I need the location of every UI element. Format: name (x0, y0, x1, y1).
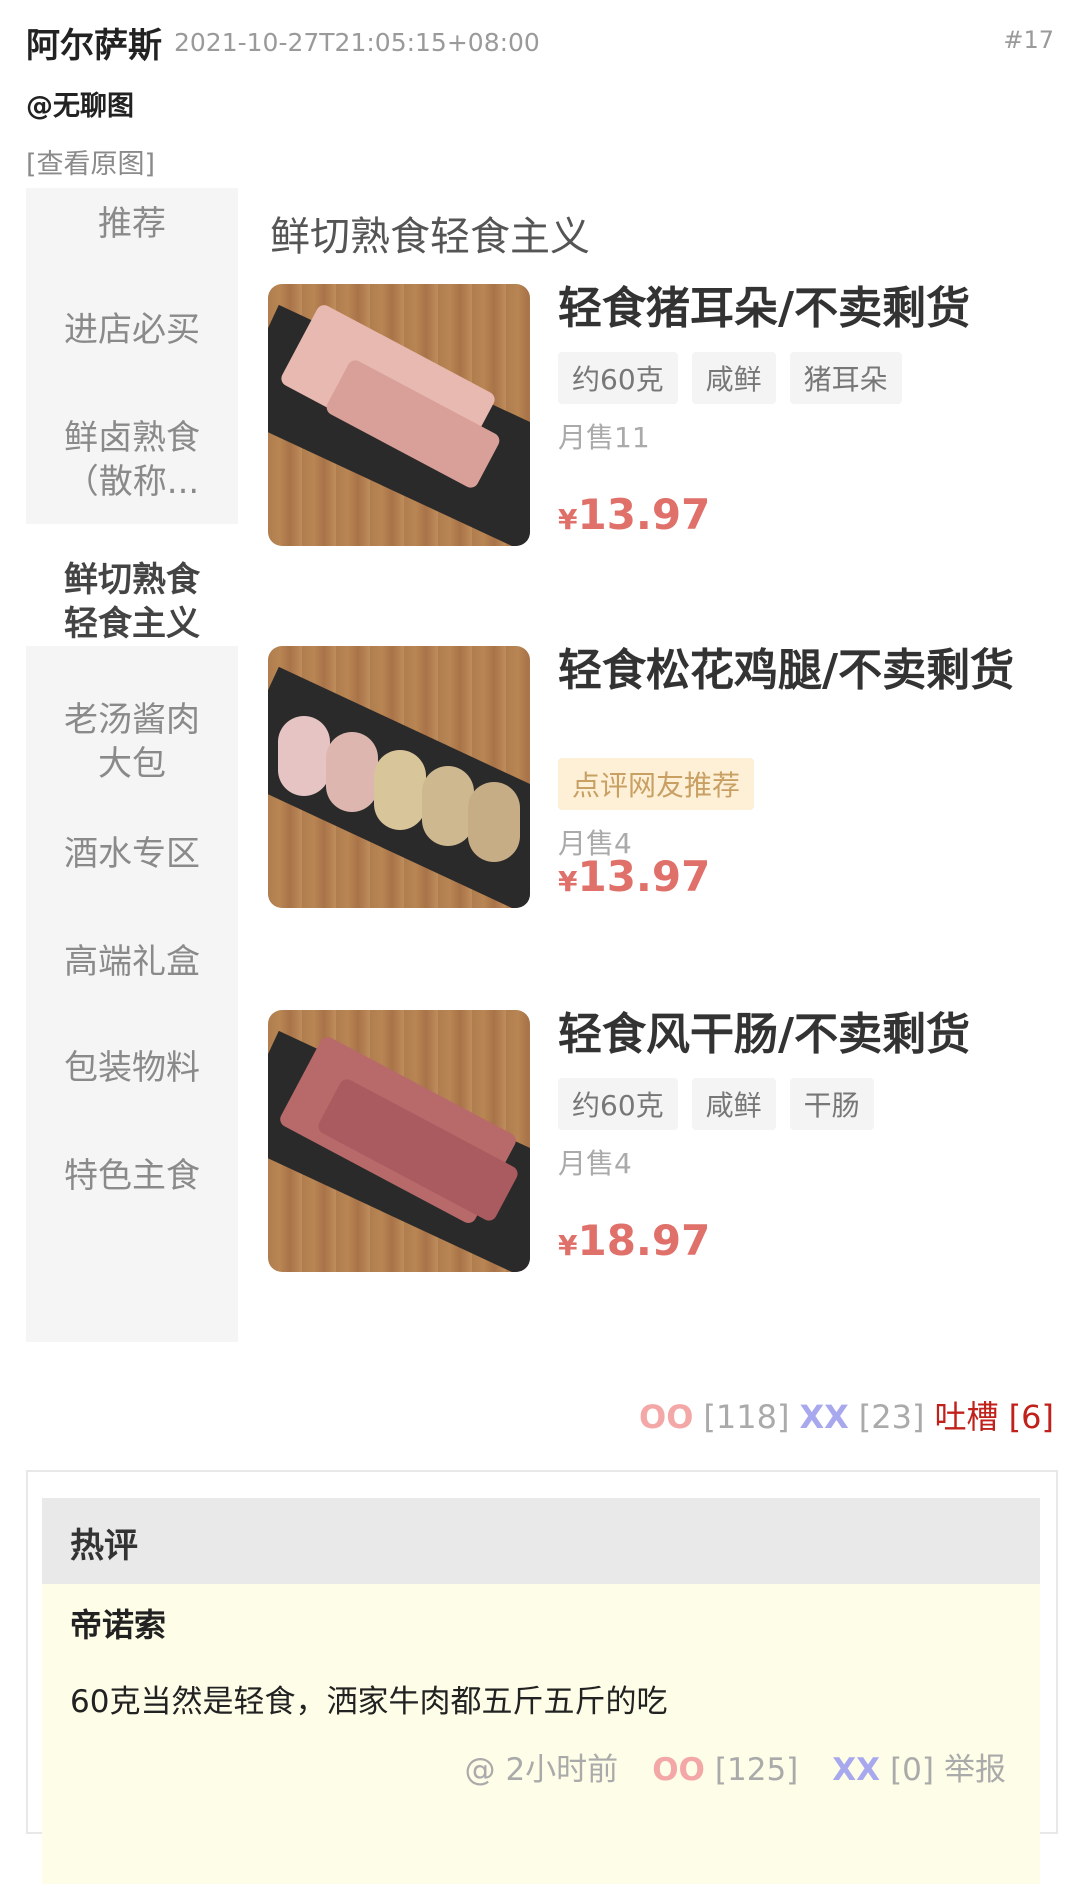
product-price: ¥13.97 (558, 852, 711, 901)
category-item: 高端礼盒 (64, 942, 200, 982)
product-name: 轻食风干肠/不卖剩货 (558, 1009, 971, 1060)
product-badge: 点评网友推荐 (558, 758, 755, 810)
category-item: 鲜卤熟食 （散称... (64, 418, 200, 502)
product-image (268, 646, 530, 908)
product-image (268, 1010, 530, 1272)
comment-time: 2小时前 (505, 1752, 619, 1788)
category-item: 老汤酱肉 大包 (64, 700, 200, 784)
product-sales: 月售11 (558, 421, 650, 454)
hot-comment: 帝诺索 60克当然是轻食，洒家牛肉都五斤五斤的吃 @ 2小时前 OO [125]… (42, 1584, 1040, 1884)
product-card: 轻食风干肠/不卖剩货 约60克 咸鲜 干肠 月售4 ¥18.97 (268, 1010, 1048, 1280)
category-item: 酒水专区 (64, 834, 200, 874)
product-sales: 月售4 (558, 1147, 632, 1180)
product-price: ¥18.97 (558, 1216, 711, 1265)
product-tag: 咸鲜 (691, 1078, 776, 1130)
product-price: ¥13.97 (558, 490, 711, 539)
product-card: 轻食猪耳朵/不卖剩货 约60克 咸鲜 猪耳朵 月售11 ¥13.97 (268, 284, 1048, 554)
category-item: 进店必买 (64, 310, 200, 350)
oo-button[interactable]: OO (639, 1398, 693, 1436)
report-link[interactable]: 举报 (944, 1744, 1006, 1789)
comment-xx-button[interactable]: XX (832, 1752, 880, 1788)
oo-count: [118] (703, 1398, 790, 1436)
comment-oo-count: [125] (714, 1752, 799, 1788)
post-image: 推荐 进店必买 鲜卤熟食 （散称... 鲜切熟食 轻食主义 老汤酱肉 大包 酒水… (26, 188, 1054, 1342)
product-tags: 约60克 咸鲜 干肠 (558, 1078, 874, 1130)
product-name: 轻食松花鸡腿/不卖剩货 (558, 645, 1015, 696)
product-tag: 约60克 (558, 1078, 678, 1130)
product-tags: 点评网友推荐 (558, 758, 755, 810)
hot-comments-header: 热评 (42, 1498, 1040, 1584)
hot-comments-box: 热评 帝诺索 60克当然是轻食，洒家牛肉都五斤五斤的吃 @ 2小时前 OO [1… (26, 1470, 1058, 1884)
product-tags: 约60克 咸鲜 猪耳朵 (558, 352, 902, 404)
comment-text: 60克当然是轻食，洒家牛肉都五斤五斤的吃 (70, 1684, 668, 1720)
xx-button[interactable]: XX (799, 1398, 848, 1436)
category-sidebar: 推荐 进店必买 鲜卤熟食 （散称... 鲜切熟食 轻食主义 老汤酱肉 大包 酒水… (26, 188, 238, 1342)
comment-author[interactable]: 帝诺索 (70, 1600, 166, 1646)
product-tag: 咸鲜 (691, 352, 776, 404)
comment-oo-button[interactable]: OO (652, 1752, 705, 1788)
post-timestamp: 2021-10-27T21:05:15+08:00 (174, 28, 540, 57)
section-title: 鲜切熟食轻食主义 (270, 214, 590, 260)
reply-at-button[interactable]: @ (464, 1752, 495, 1788)
product-tag: 干肠 (789, 1078, 874, 1130)
category-item: 特色主食 (64, 1156, 200, 1196)
product-name: 轻食猪耳朵/不卖剩货 (558, 283, 971, 334)
vote-bar: OO [118] XX [23] 吐槽 [6] (639, 1392, 1054, 1438)
post-header: 阿尔萨斯 2021-10-27T21:05:15+08:00 #17 (26, 18, 1054, 68)
category-item: 推荐 (98, 204, 166, 244)
tucao-button[interactable]: 吐槽 [6] (934, 1392, 1054, 1438)
comment-xx-count: [0] (890, 1752, 934, 1788)
product-tag: 猪耳朵 (789, 352, 902, 404)
category-item-active: 鲜切熟食 轻食主义 (26, 524, 238, 646)
product-image (268, 284, 530, 546)
view-original-link[interactable]: [查看原图] (26, 142, 155, 181)
post-mention: @无聊图 (26, 91, 134, 122)
xx-count: [23] (858, 1398, 925, 1436)
post-author[interactable]: 阿尔萨斯 (26, 18, 162, 67)
product-tag: 约60克 (558, 352, 678, 404)
hot-comments-title: 热评 (70, 1526, 138, 1566)
product-card: 轻食松花鸡腿/不卖剩货 点评网友推荐 月售4 ¥13.97 (268, 646, 1048, 916)
post-number[interactable]: #17 (1003, 26, 1054, 54)
comment-meta: @ 2小时前 OO [125] XX [0] 举报 (464, 1744, 1006, 1789)
category-item: 包装物料 (64, 1048, 200, 1088)
